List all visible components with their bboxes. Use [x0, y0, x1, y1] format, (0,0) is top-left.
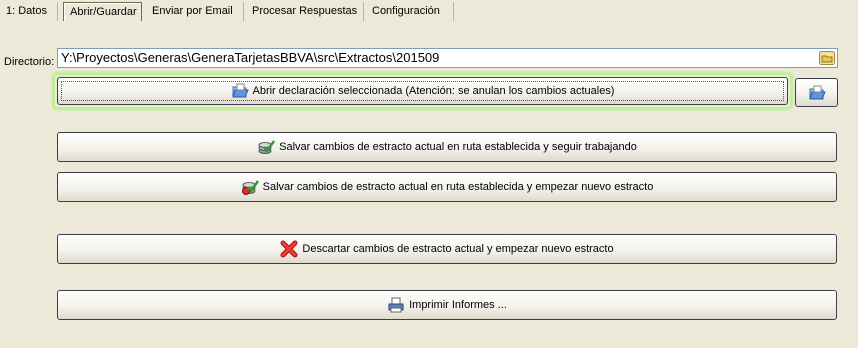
tab-abrir-guardar-label: Abrir/Guardar [70, 6, 137, 18]
print-reports-button[interactable]: Imprimir Informes ... [57, 290, 837, 320]
tab-datos-label: 1: Datos [6, 5, 47, 17]
tab-procesar-respuestas[interactable]: Procesar Respuestas [246, 2, 364, 21]
save-continue-label: Salvar cambios de estracto actual en rut… [279, 141, 637, 153]
directory-label: Directorio: [4, 56, 55, 68]
tab-enviar-email[interactable]: Enviar por Email [146, 2, 244, 21]
tab-configuracion[interactable]: Configuración [366, 2, 454, 21]
folder-icon[interactable] [819, 51, 835, 65]
save-continue-button[interactable]: Salvar cambios de estracto actual en rut… [57, 132, 837, 162]
open-declaration-button[interactable]: Abrir declaración seleccionada (Atención… [57, 77, 788, 105]
tab-bar: 1: Datos Abrir/Guardar Enviar por Email … [0, 0, 858, 22]
tab-abrir-guardar[interactable]: Abrir/Guardar [63, 2, 142, 21]
database-save-icon [257, 138, 276, 156]
discard-button[interactable]: Descartar cambios de estracto actual y e… [57, 234, 837, 264]
directory-field[interactable]: Y:\Proyectos\Generas\GeneraTarjetasBBVA\… [57, 48, 838, 68]
database-save-new-icon [241, 178, 259, 196]
tab-procesar-respuestas-label: Procesar Respuestas [252, 5, 358, 17]
red-x-icon [280, 240, 298, 258]
print-reports-label: Imprimir Informes ... [409, 299, 507, 311]
save-new-label: Salvar cambios de estracto actual en rut… [262, 181, 654, 193]
printer-icon [387, 296, 405, 314]
open-small-button[interactable] [795, 78, 838, 107]
tab-enviar-email-label: Enviar por Email [152, 5, 233, 17]
tab-configuracion-label: Configuración [372, 5, 440, 17]
discard-label: Descartar cambios de estracto actual y e… [302, 243, 614, 255]
focus-indicator [61, 81, 784, 101]
save-new-button[interactable]: Salvar cambios de estracto actual en rut… [57, 172, 837, 202]
directory-value: Y:\Proyectos\Generas\GeneraTarjetasBBVA\… [61, 50, 440, 65]
tab-datos[interactable]: 1: Datos [0, 2, 58, 21]
open-folder-icon [808, 84, 826, 102]
